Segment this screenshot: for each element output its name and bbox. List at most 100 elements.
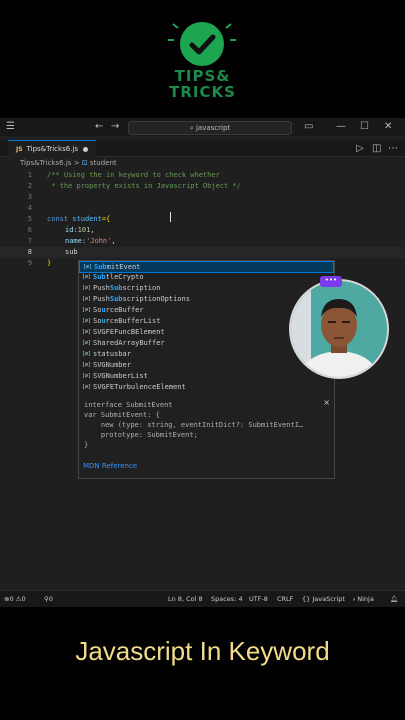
split-editor-icon[interactable]: ◫: [372, 143, 381, 154]
encoding-status[interactable]: UTF-8: [249, 591, 268, 607]
label-match: Sub: [109, 295, 123, 303]
ports-status[interactable]: ⚲0: [44, 591, 53, 607]
suggestion-item[interactable]: [ø] SVGFETurbulenceElement: [79, 382, 332, 393]
suggestion-item[interactable]: [ø] PushSubscription: [79, 283, 332, 294]
minimize-icon[interactable]: —: [336, 121, 346, 132]
problems-status[interactable]: ⊗0 ⚠0: [4, 591, 26, 607]
code-line: 1 /** Using the in keyword to check whet…: [0, 170, 405, 181]
suggestion-item[interactable]: [ø] SVGNumberList: [79, 371, 332, 382]
forward-arrow-icon[interactable]: →: [111, 121, 119, 132]
code-text: /** Using the in keyword to check whethe…: [47, 171, 220, 179]
mdn-reference-link[interactable]: MDN Reference: [83, 462, 137, 470]
title-bar: ☰ ← → ⌕ javascript ▭ — ☐ ✕: [0, 118, 405, 136]
variable-icon: [ø]: [82, 329, 92, 335]
variable-icon: [ø]: [82, 362, 92, 368]
detail-line: prototype: SubmitEvent;: [84, 431, 198, 439]
tab-tips-tricks6[interactable]: JS Tips&Tricks6.js: [8, 140, 97, 157]
keyword-const: const: [47, 215, 69, 223]
open-brace: ={: [101, 215, 111, 223]
detail-line: }: [84, 441, 89, 449]
tab-label: Tips&Tricks6.js: [26, 145, 79, 153]
number-literal: 101: [77, 226, 91, 234]
property-name: name: [65, 237, 82, 245]
comma: ,: [111, 237, 116, 245]
breadcrumb: Tips&Tricks6.js > ⊡ student: [20, 159, 117, 167]
label-post: scription: [122, 284, 161, 292]
suggestion-label: PushSubscriptionOptions: [93, 294, 190, 305]
suggestion-item[interactable]: [ø] SubtleCrypto: [79, 272, 332, 283]
breadcrumb-separator: >: [73, 159, 80, 167]
ninja-label: Ninja: [357, 595, 374, 603]
code-line: 4: [0, 203, 405, 214]
line-number: 1: [27, 171, 32, 179]
variable-icon: [ø]: [82, 373, 92, 379]
suggestion-label: SVGNumberList: [93, 372, 148, 380]
detail-line: new (type: string, eventInitDict?: Submi…: [84, 421, 304, 429]
variable-icon: [ø]: [82, 285, 92, 291]
label-post: scriptionOptions: [122, 295, 190, 303]
run-icon[interactable]: ▷: [356, 143, 364, 154]
logo-line-2: TRICKS: [169, 83, 236, 101]
suggestion-label: SVGFEFuncBElement: [93, 328, 165, 336]
eol-status[interactable]: CRLF: [277, 591, 293, 607]
more-actions-icon[interactable]: ⋯: [388, 143, 398, 154]
logo-line-1: TIPS&: [174, 67, 231, 85]
variable-icon: [ø]: [82, 274, 92, 280]
error-count: 0: [9, 595, 14, 603]
language-mode[interactable]: {} JavaScript: [302, 591, 345, 607]
detail-line: var SubmitEvent: {: [84, 411, 160, 419]
variable-student: student: [72, 215, 102, 223]
js-file-icon: JS: [16, 146, 23, 153]
suggestion-item[interactable]: [ø] SVGNumber: [79, 360, 332, 371]
label-pre: Push: [93, 284, 110, 292]
close-window-icon[interactable]: ✕: [384, 121, 392, 132]
label-post: tleCrypto: [105, 273, 144, 281]
mouse-ibeam-cursor: [170, 212, 173, 222]
back-arrow-icon[interactable]: ←: [95, 121, 103, 132]
line-number: 7: [27, 237, 32, 245]
variable-icon: [ø]: [82, 384, 92, 390]
variable-icon: [ø]: [82, 351, 92, 357]
suggestion-label: SourceBufferList: [93, 316, 160, 327]
hamburger-icon[interactable]: ☰: [6, 121, 15, 132]
variable-icon: [ø]: [82, 318, 92, 324]
line-number: 8: [27, 248, 32, 256]
label-post: rceBuffer: [105, 306, 144, 314]
webcam-menu-badge[interactable]: •••: [320, 276, 342, 287]
video-caption: Javascript In Keyword: [75, 636, 330, 666]
command-search-box[interactable]: ⌕ javascript: [128, 121, 292, 135]
suggestion-label: statusbar: [93, 350, 131, 358]
close-brace: }: [47, 259, 52, 267]
suggestion-label: PushSubscription: [93, 283, 160, 294]
presenter-image: [291, 281, 387, 377]
cursor-position[interactable]: Ln 8, Col 8: [168, 591, 203, 607]
notifications-icon[interactable]: 🔔︎: [390, 591, 398, 607]
warning-count: 0: [21, 595, 26, 603]
label-match: Sub: [109, 284, 123, 292]
line-number: 3: [27, 193, 32, 201]
variable-icon: [ø]: [82, 340, 92, 346]
code-text: name:'John',: [65, 236, 116, 247]
unsaved-dot-icon[interactable]: [83, 146, 89, 152]
label-post: mitEvent: [106, 263, 141, 271]
maximize-icon[interactable]: ☐: [360, 121, 369, 132]
tab-bar: JS Tips&Tricks6.js ▷ ◫ ⋯: [0, 140, 405, 157]
breadcrumb-symbol[interactable]: student: [90, 159, 117, 167]
code-line: 3: [0, 192, 405, 203]
line-number: 2: [27, 182, 32, 190]
search-icon: ⌕: [189, 124, 194, 132]
ninja-status[interactable]: ⸗ Ninja: [353, 591, 374, 607]
label-match: Sub: [94, 263, 107, 271]
code-line: 5 const student={: [0, 214, 405, 225]
suggestion-item[interactable]: [ø] PushSubscriptionOptions: [79, 294, 332, 305]
search-text: javascript: [195, 124, 231, 132]
layout-icon[interactable]: ▭: [304, 121, 313, 132]
code-text: * the property exists in Javascript Obje…: [47, 182, 241, 190]
breadcrumb-file[interactable]: Tips&Tricks6.js: [20, 159, 71, 167]
variable-icon: [ø]: [82, 307, 92, 313]
label-match: Sub: [93, 273, 106, 281]
indentation-status[interactable]: Spaces: 4: [211, 591, 243, 607]
code-text: id:101,: [65, 225, 95, 236]
close-icon[interactable]: ×: [323, 398, 330, 407]
typed-text: sub: [65, 248, 78, 256]
